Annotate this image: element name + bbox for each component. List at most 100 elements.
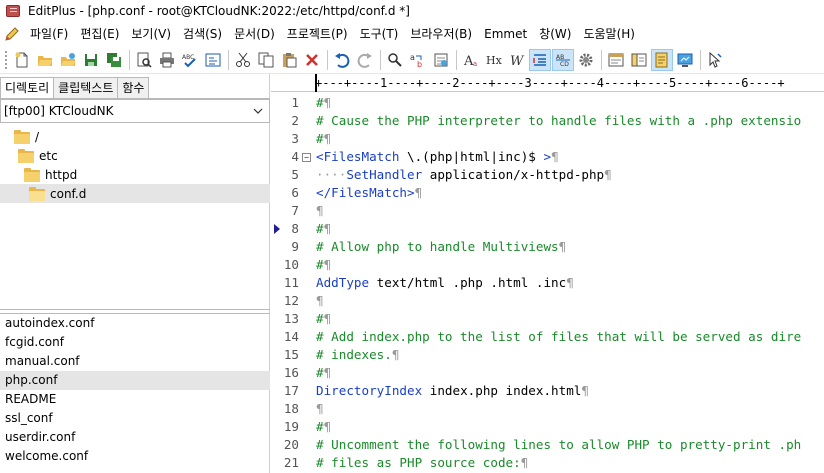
code-line[interactable]: 6 </FilesMatch>¶: [271, 184, 824, 202]
document-icon[interactable]: [605, 49, 627, 71]
find-icon[interactable]: [384, 49, 406, 71]
save-all-icon[interactable]: [103, 49, 125, 71]
code-line[interactable]: 13 #¶: [271, 310, 824, 328]
code-line[interactable]: 2 # Cause the PHP interpreter to handle f…: [271, 112, 824, 130]
code-line[interactable]: 15 # indexes.¶: [271, 346, 824, 364]
code-line[interactable]: 14 # Add index.php to the list of files t…: [271, 328, 824, 346]
heading-icon[interactable]: Hx: [483, 49, 505, 71]
screen-icon[interactable]: [674, 49, 696, 71]
code-line[interactable]: 10 #¶: [271, 256, 824, 274]
list-item[interactable]: manual.conf: [0, 352, 270, 371]
code-token: ¶: [558, 239, 567, 254]
save-icon[interactable]: [80, 49, 102, 71]
print-icon[interactable]: [156, 49, 178, 71]
menu-browser[interactable]: 브라우저(B): [404, 22, 478, 46]
undo-icon[interactable]: [331, 49, 353, 71]
list-item[interactable]: fcgid.conf: [0, 333, 270, 352]
tree-item-root[interactable]: /: [14, 127, 39, 146]
delete-icon[interactable]: [301, 49, 323, 71]
redo-icon[interactable]: [354, 49, 376, 71]
copy-icon[interactable]: [255, 49, 277, 71]
tab-cliptext[interactable]: 클립텍스트: [53, 77, 119, 99]
paste-icon[interactable]: [278, 49, 300, 71]
open-remote-icon[interactable]: [57, 49, 79, 71]
settings-icon[interactable]: [575, 49, 597, 71]
code-line[interactable]: 18 ¶: [271, 400, 824, 418]
line-number: 8: [291, 221, 299, 236]
code-line[interactable]: 4− <FilesMatch \.(php|html|inc)$ >¶: [271, 148, 824, 166]
code-line[interactable]: 16 #¶: [271, 364, 824, 382]
pointer-icon[interactable]: [704, 49, 726, 71]
new-file-icon[interactable]: [11, 49, 33, 71]
tree-item-label: etc: [39, 148, 58, 163]
list-item[interactable]: README: [0, 390, 270, 409]
font-icon[interactable]: Aa: [460, 49, 482, 71]
menu-project[interactable]: 프로젝트(P): [281, 22, 354, 46]
window-title: EditPlus - [php.conf - root@KTCloudNK:20…: [28, 4, 410, 18]
list-item[interactable]: ssl_conf: [0, 409, 270, 428]
menu-emmet[interactable]: Emmet: [478, 22, 533, 46]
editplus-app-icon: [6, 4, 20, 18]
menu-window[interactable]: 창(W): [533, 22, 577, 46]
code-line[interactable]: 1 #¶: [271, 94, 824, 112]
code-token: ¶: [391, 347, 400, 362]
menu-document[interactable]: 문서(D): [228, 22, 281, 46]
ruler-cursor: [315, 74, 317, 92]
code-token: ¶: [316, 293, 324, 308]
open-file-icon[interactable]: [34, 49, 56, 71]
code-editor[interactable]: +---+----1----+----2----+----3----+----4…: [271, 74, 824, 473]
toolbar-grip[interactable]: [4, 49, 8, 70]
browser-icon[interactable]: [628, 49, 650, 71]
list-item[interactable]: autoindex.conf: [0, 314, 270, 333]
code-line[interactable]: 17 DirectoryIndex index.php index.html¶: [271, 382, 824, 400]
code-token: ¶: [323, 365, 332, 380]
code-text: #¶: [316, 418, 331, 436]
code-text: AddType text/html .php .html .inc¶: [316, 274, 574, 292]
line-number: 6: [291, 185, 299, 200]
go-to-icon[interactable]: [430, 49, 452, 71]
code-area[interactable]: 1 #¶ 2 # Cause the PHP interpreter to handl…: [271, 94, 824, 473]
ruler-icon[interactable]: AB CD: [552, 48, 574, 71]
menu-help[interactable]: 도움말(H): [577, 22, 641, 46]
print-preview-icon[interactable]: [133, 49, 155, 71]
code-line[interactable]: 12 ¶: [271, 292, 824, 310]
code-line[interactable]: 3 #¶: [271, 130, 824, 148]
menu-view[interactable]: 보기(V): [125, 22, 177, 46]
list-item[interactable]: welcome.conf: [0, 447, 270, 466]
tab-functions[interactable]: 함수: [117, 77, 150, 99]
menu-edit[interactable]: 편집(E): [74, 22, 125, 46]
cut-icon[interactable]: [232, 49, 254, 71]
tree-item-conf-d[interactable]: conf.d: [0, 184, 270, 203]
menu-file[interactable]: 파일(F): [24, 22, 74, 46]
pencil-icon: [5, 27, 19, 41]
line-number: 12: [283, 293, 299, 308]
list-item[interactable]: userdir.conf: [0, 428, 270, 447]
tab-directory[interactable]: 디렉토리: [0, 77, 55, 100]
list-item-selected[interactable]: php.conf: [0, 371, 270, 390]
code-line[interactable]: 8 #¶: [271, 220, 824, 238]
code-line[interactable]: 20 # Uncomment the following lines to all…: [271, 436, 824, 454]
code-line[interactable]: 19 #¶: [271, 418, 824, 436]
drive-select[interactable]: [ftp00] KTCloudNK: [0, 99, 270, 123]
tree-item-etc[interactable]: etc: [18, 146, 58, 165]
fold-toggle-icon[interactable]: −: [302, 153, 311, 162]
code-text: #¶: [316, 256, 331, 274]
code-line[interactable]: 21 # files as PHP source code:¶: [271, 454, 824, 472]
spell-check-icon[interactable]: ABC: [179, 49, 201, 71]
code-line[interactable]: 11 AddType text/html .php .html .inc¶: [271, 274, 824, 292]
clipboard-icon[interactable]: [651, 48, 673, 71]
code-line[interactable]: 5 ····SetHandler application/x-httpd-php¶: [271, 166, 824, 184]
compare-icon[interactable]: [202, 49, 224, 71]
line-number: 3: [291, 131, 299, 146]
drive-select-value: [ftp00] KTCloudNK: [4, 104, 114, 118]
code-line[interactable]: 9 # Allow php to handle Multiviews¶: [271, 238, 824, 256]
menu-search[interactable]: 검색(S): [177, 22, 228, 46]
menu-tools[interactable]: 도구(T): [354, 22, 405, 46]
code-line[interactable]: 7 ¶: [271, 202, 824, 220]
line-number-icon[interactable]: [529, 48, 551, 71]
replace-icon[interactable]: ab: [407, 49, 429, 71]
open-folder-icon: [29, 186, 45, 201]
word-wrap-icon[interactable]: W: [506, 49, 528, 71]
code-text: ····SetHandler application/x-httpd-php¶: [316, 166, 612, 184]
tree-item-httpd[interactable]: httpd: [24, 165, 77, 184]
